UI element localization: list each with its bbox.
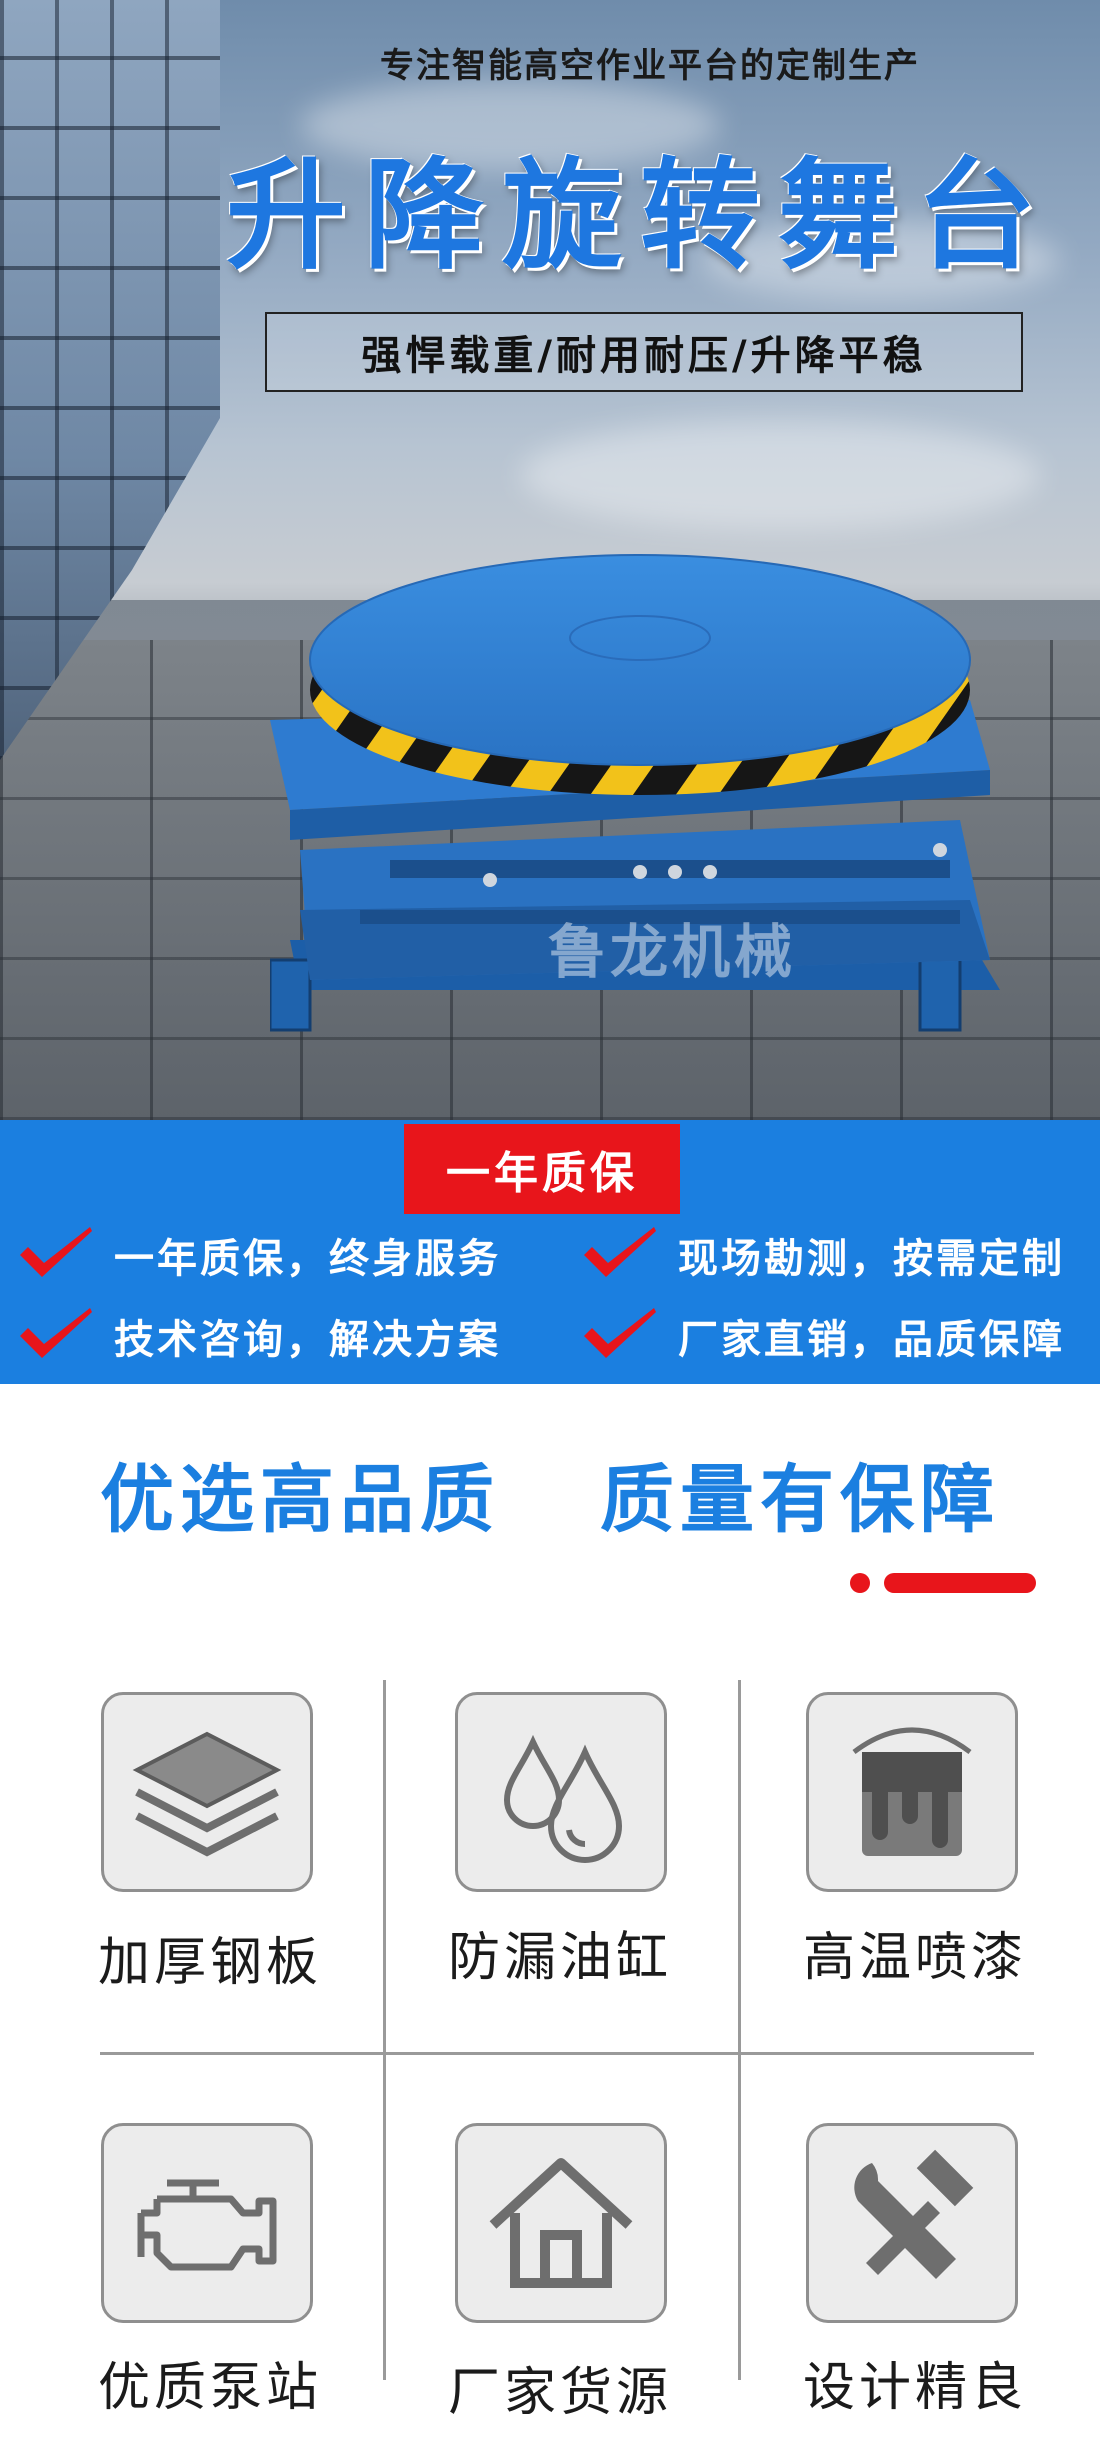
feature-label: 防漏油缸	[447, 1928, 672, 1988]
hero-subtitle: 专注智能高空作业平台的定制生产	[380, 46, 920, 86]
promise-item: 厂家直销，品质保障	[580, 1306, 1065, 1366]
grid-divider	[383, 1680, 386, 2380]
layers-icon	[132, 1731, 282, 1857]
quality-title-right: 质量有保障	[600, 1457, 1000, 1543]
promise-text: 现场勘测，按需定制	[678, 1236, 1065, 1282]
paint-bucket-icon	[852, 1727, 972, 1856]
hero-feature-box: 强悍载重/耐用耐压/升降平稳	[265, 312, 1023, 392]
hero-banner: 专注智能高空作业平台的定制生产 升降旋转舞台 强悍载重/耐用耐压/升降平稳 鲁龙…	[0, 0, 1100, 1120]
grid-divider	[100, 2052, 1034, 2055]
grid-divider	[738, 1680, 741, 2380]
feature-card	[455, 1692, 667, 1892]
promise-item: 技术咨询，解决方案	[16, 1306, 501, 1366]
feature-card	[806, 1692, 1018, 1892]
promise-text: 一年质保，终身服务	[114, 1236, 501, 1282]
house-icon	[489, 2158, 633, 2288]
feature-label: 设计精良	[802, 2358, 1027, 2418]
promise-text: 厂家直销，品质保障	[678, 1317, 1065, 1363]
feature-card	[806, 2123, 1018, 2323]
quality-headline: 优选高品质 质量有保障	[0, 1440, 1100, 1547]
feature-label: 加厚钢板	[97, 1933, 322, 1993]
feature-card	[101, 2123, 313, 2323]
checkmark-icon	[584, 1227, 656, 1277]
checkmark-icon	[584, 1308, 656, 1358]
promise-item: 现场勘测，按需定制	[580, 1225, 1065, 1285]
water-drops-icon	[503, 1734, 623, 1863]
decor-bar	[884, 1573, 1036, 1593]
feature-label: 厂家货源	[447, 2363, 672, 2423]
feature-card	[455, 2123, 667, 2323]
checkmark-icon	[20, 1308, 92, 1358]
promise-text: 技术咨询，解决方案	[114, 1317, 501, 1363]
hero-title: 升降旋转舞台	[226, 147, 1054, 286]
brand-watermark: 鲁龙机械	[548, 918, 797, 986]
feature-label: 高温喷漆	[802, 1928, 1027, 1988]
engine-icon	[137, 2179, 277, 2271]
feature-card	[101, 1692, 313, 1892]
quality-title-left: 优选高品质	[100, 1457, 500, 1543]
promise-item: 一年质保，终身服务	[16, 1225, 501, 1285]
wrench-hammer-icon	[854, 2149, 974, 2279]
checkmark-icon	[20, 1227, 92, 1277]
feature-label: 优质泵站	[97, 2358, 322, 2418]
warranty-badge: 一年质保	[404, 1124, 680, 1214]
decor-dot	[850, 1573, 870, 1593]
